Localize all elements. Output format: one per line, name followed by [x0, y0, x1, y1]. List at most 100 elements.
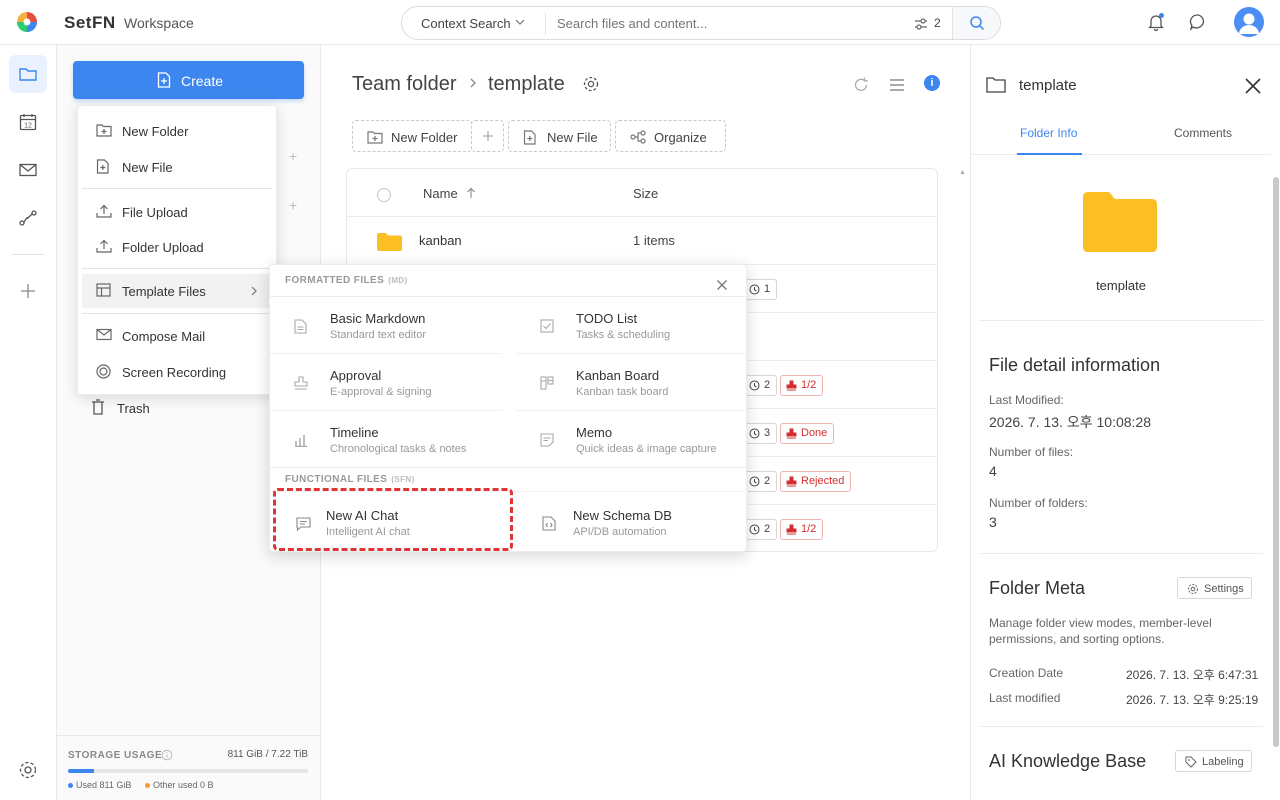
refresh-icon[interactable] [852, 76, 870, 94]
menu-item-new-folder[interactable]: New Folder [82, 114, 272, 148]
stamp-icon [786, 524, 797, 535]
menu-item-compose-mail[interactable]: Compose Mail [82, 319, 272, 353]
menu-item-folder-upload[interactable]: Folder Upload [82, 230, 272, 264]
file-plus-icon [523, 130, 536, 145]
template-new-schema-db[interactable]: New Schema DB API/DB automation [516, 494, 748, 551]
ghost-add-icon[interactable]: + [289, 197, 297, 213]
sidebar-item-trash[interactable]: Trash [117, 401, 150, 416]
trash-icon [92, 399, 104, 415]
search-input[interactable] [557, 16, 887, 31]
menu-item-new-file[interactable]: New File [82, 150, 272, 184]
user-avatar[interactable] [1234, 7, 1264, 37]
ghost-add-icon[interactable]: + [289, 148, 297, 164]
rail-divider [12, 254, 44, 255]
divider [979, 726, 1263, 727]
create-label: Create [181, 73, 224, 89]
labeling-button[interactable]: Labeling [1175, 750, 1252, 772]
context-search-dropdown[interactable]: Context Search [421, 16, 511, 31]
menu-item-file-upload[interactable]: File Upload [82, 195, 272, 229]
chat-bubble-icon[interactable] [1188, 12, 1208, 32]
new-folder-button[interactable]: New Folder [352, 120, 472, 152]
menu-divider [82, 268, 272, 269]
rail-settings[interactable] [9, 751, 47, 789]
close-icon[interactable] [1243, 76, 1263, 96]
rail-add[interactable] [9, 272, 47, 310]
search-bar: Context Search 2 [401, 6, 1001, 40]
menu-item-screen-recording[interactable]: Screen Recording [82, 355, 272, 389]
template-kanban-board[interactable]: Kanban Board Kanban task board [516, 354, 748, 411]
menu-item-template-files[interactable]: Template Files [82, 274, 272, 308]
info-icon[interactable]: i [924, 75, 940, 91]
scrollbar-thumb[interactable] [1273, 177, 1279, 747]
scroll-up-arrow[interactable]: ▲ [959, 169, 966, 176]
tab-folder-info[interactable]: Folder Info [1020, 126, 1077, 140]
arrow-up-icon [467, 187, 476, 198]
chevron-right-icon [470, 78, 476, 88]
folders-count-value: 3 [989, 514, 997, 530]
left-rail: 12 [0, 45, 57, 800]
stamp-icon [294, 376, 308, 390]
list-view-icon[interactable] [888, 76, 906, 94]
rail-mail[interactable] [9, 151, 47, 189]
bar-chart-icon [295, 435, 307, 447]
files-count-label: Number of files: [989, 445, 1074, 459]
gear-icon[interactable] [582, 75, 600, 93]
panel-scrollbar[interactable] [1271, 165, 1280, 800]
workspace-label: Workspace [124, 15, 194, 31]
add-more-button[interactable] [471, 120, 504, 152]
folder-icon [19, 68, 37, 81]
bell-icon[interactable] [1146, 12, 1166, 32]
code-file-icon [542, 516, 556, 531]
folder-upload-icon [96, 239, 112, 253]
details-panel: template Folder Info Comments template F… [970, 45, 1280, 800]
storage-bar-fill [68, 769, 95, 773]
filter-count: 2 [934, 16, 941, 30]
gear-icon [1188, 584, 1198, 594]
column-name[interactable]: Name [423, 186, 476, 201]
app-logo-icon[interactable] [16, 11, 38, 33]
menu-divider [270, 467, 748, 468]
settings-button[interactable]: Settings [1177, 577, 1252, 599]
rail-workflow[interactable] [9, 199, 47, 237]
create-button[interactable]: Create [73, 61, 304, 99]
chevron-right-icon [251, 286, 257, 296]
filter-sliders-icon[interactable] [913, 16, 929, 32]
highlight-annotation [273, 488, 513, 551]
detail-heading: File detail information [989, 355, 1161, 375]
calendar-icon: 12 [19, 114, 37, 131]
info-circle-icon[interactable] [161, 749, 173, 761]
new-folder-label: New Folder [391, 130, 458, 145]
new-file-button[interactable]: New File [508, 120, 611, 152]
row-name[interactable]: kanban [419, 233, 462, 248]
template-todo-list[interactable]: TODO List Tasks & scheduling [516, 297, 748, 354]
rail-calendar[interactable]: 12 [9, 103, 47, 141]
rail-files[interactable] [9, 55, 47, 93]
template-approval[interactable]: Approval E-approval & signing [270, 354, 502, 411]
table-row[interactable]: kanban 1 items [347, 217, 937, 265]
organize-label: Organize [654, 130, 707, 145]
approval-status-badge: Done [780, 423, 835, 444]
tab-comments[interactable]: Comments [1174, 126, 1232, 140]
last-modified-meta-label: Last modified [989, 691, 1061, 705]
search-divider [545, 13, 546, 35]
mail-icon [96, 328, 112, 341]
settings-label: Settings [1204, 583, 1244, 595]
approval-status-badge: 1/2 [780, 519, 824, 540]
organize-icon [630, 130, 646, 144]
memo-icon [540, 433, 554, 447]
search-button[interactable] [952, 7, 1000, 39]
approval-status-badge: 1/2 [780, 375, 824, 396]
create-menu: New Folder New File File Upload Folder U… [77, 105, 277, 395]
table-header: Name Size [347, 169, 937, 217]
column-size[interactable]: Size [633, 186, 658, 201]
template-basic-markdown[interactable]: Basic Markdown Standard text editor [270, 297, 502, 354]
close-icon[interactable] [716, 279, 728, 291]
template-timeline[interactable]: Timeline Chronological tasks & notes [270, 411, 502, 468]
upload-icon [96, 204, 112, 218]
organize-button[interactable]: Organize [615, 120, 726, 152]
storage-label: STORAGE USAGE [68, 750, 163, 761]
storage-bar [68, 769, 308, 773]
breadcrumb-parent[interactable]: Team folder [352, 73, 457, 96]
select-all-radio[interactable] [377, 188, 391, 202]
template-memo[interactable]: Memo Quick ideas & image capture [516, 411, 748, 468]
